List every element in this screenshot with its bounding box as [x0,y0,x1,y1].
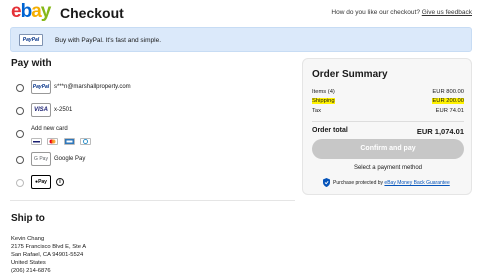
payment-option-google-pay[interactable]: G Pay Google Pay [16,152,286,170]
apple-pay-logo-text: Pay [38,179,47,185]
payment-option-apple-pay[interactable]: ●Pay i [16,175,286,193]
address-city: San Rafael, CA 94901-5524 [11,252,84,258]
amex-card-icon [63,138,75,145]
feedback-question: How do you like our checkout? [331,9,420,16]
diners-card-icon [80,138,92,145]
section-divider [10,200,295,201]
money-back-guarantee-link[interactable]: eBay Money Back Guarantee [384,180,449,186]
address-phone: (206) 214-6876 [11,268,51,274]
payment-option-new-card[interactable]: Add new card [16,126,286,146]
visa-logo-icon: VISA [31,103,51,117]
google-pay-label: Google Pay [54,156,86,162]
tax-value: EUR 74.01 [435,108,464,114]
confirm-and-pay-button[interactable]: Confirm and pay [312,139,464,159]
items-label: Items (4) [312,89,335,95]
card-brands [31,138,92,146]
header: ebay Checkout How do you like our checko… [0,0,480,24]
summary-row-tax: Tax EUR 74.01 [312,108,464,115]
shipping-label: Shipping [312,98,335,104]
summary-row-items: Items (4) EUR 800.00 [312,89,464,96]
summary-divider [312,121,464,122]
address-country: United States [11,260,46,266]
visa-card-label: x-2501 [54,107,73,113]
logo-letter-a: a [31,1,42,22]
logo-letter-e: e [11,1,22,22]
payment-option-visa[interactable]: VISA x-2501 [16,103,286,121]
payment-option-paypal[interactable]: PayPal s***n@marshallproperty.com [16,80,286,98]
address-name: Kevin Chang [11,236,45,242]
logo-letter-b: b [20,1,33,22]
order-summary-panel: Order Summary Items (4) EUR 800.00 Shipp… [302,58,472,195]
paypal-banner[interactable]: PayPal Buy with PayPal. It's fast and si… [10,27,472,52]
select-payment-note: Select a payment method [353,165,423,171]
order-summary-title: Order Summary [312,69,388,80]
items-value: EUR 800.00 [432,89,464,95]
order-total-value: EUR 1,074.01 [416,127,464,136]
page-title: Checkout [60,5,124,21]
paypal-logo-icon: PayPal [19,34,43,46]
info-icon[interactable]: i [56,178,64,186]
ship-to-heading: Ship to [11,213,45,224]
visa-radio[interactable] [16,107,24,115]
apple-pay-radio[interactable] [16,179,24,187]
shield-icon [323,178,330,187]
paypal-banner-text: Buy with PayPal. It's fast and simple. [55,37,162,44]
shipping-value: EUR 200.00 [432,98,464,104]
tax-label: Tax [312,108,322,114]
add-new-card-label: Add new card [31,126,68,132]
paypal-logo-icon: PayPal [31,80,51,94]
feedback-link[interactable]: Give us feedback [422,9,472,16]
money-back-guarantee: Purchase protected by eBay Money Back Gu… [323,178,473,187]
order-total-label: Order total [312,127,348,134]
shipping-address: Kevin Chang 2175 Francisco Blvd E, Ste A… [11,235,86,275]
address-street: 2175 Francisco Blvd E, Ste A [11,244,87,250]
protect-prefix: Purchase protected by [333,180,385,186]
google-pay-radio[interactable] [16,156,24,164]
paypal-account-label: s***n@marshallproperty.com [54,84,131,90]
feedback-prompt: How do you like our checkout? Give us fe… [331,9,472,16]
ebay-logo[interactable]: ebay [11,1,52,22]
logo-letter-y: y [40,1,52,22]
paypal-radio[interactable] [16,84,24,92]
mastercard-icon [47,138,59,145]
apple-pay-logo-icon: ●Pay [31,175,51,189]
visa-card-icon [31,138,42,145]
new-card-radio[interactable] [16,130,24,138]
summary-row-shipping: Shipping EUR 200.00 [312,98,464,105]
pay-with-heading: Pay with [11,58,52,69]
google-pay-logo-icon: G Pay [31,152,51,166]
